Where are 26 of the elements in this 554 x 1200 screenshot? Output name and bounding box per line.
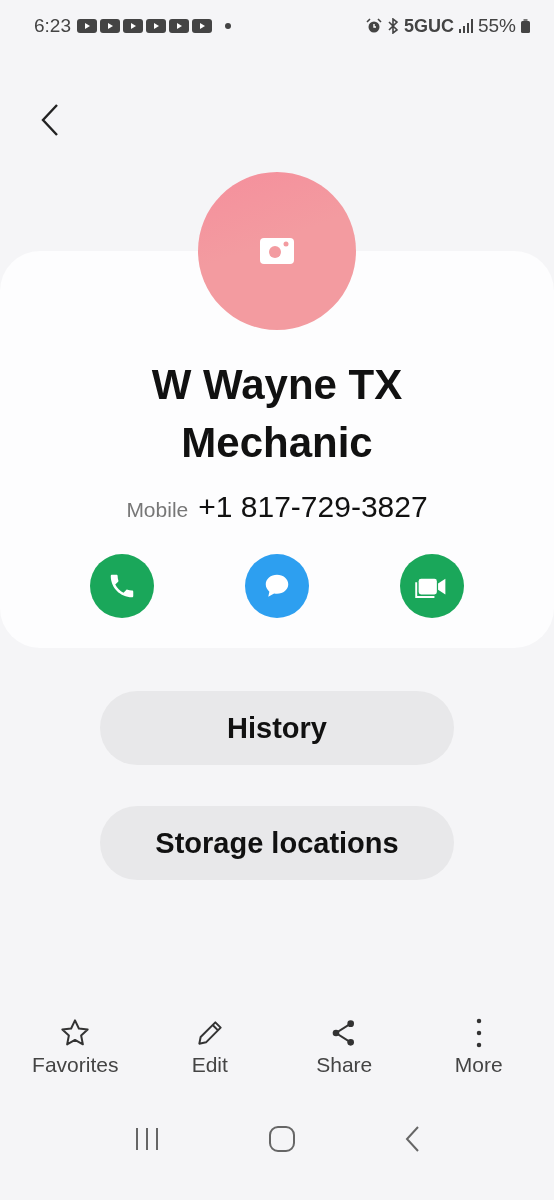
play-icon xyxy=(77,19,97,33)
play-icon xyxy=(123,19,143,33)
play-icon xyxy=(146,19,166,33)
home-icon[interactable] xyxy=(268,1125,296,1153)
status-time: 6:23 xyxy=(34,15,71,37)
contact-name: W Wayne TX Mechanic xyxy=(150,360,404,468)
bluetooth-icon xyxy=(386,18,399,34)
phone-number[interactable]: +1 817-729-3827 xyxy=(198,490,428,524)
phone-label: Mobile xyxy=(126,498,189,522)
battery-icon xyxy=(521,19,530,33)
toolbar-button[interactable]: Edit xyxy=(144,1013,275,1098)
toolbar-button[interactable]: More xyxy=(413,1013,544,1098)
battery-percent: 55% xyxy=(477,15,516,37)
signal-icon xyxy=(458,19,473,33)
play-icon xyxy=(100,19,120,33)
pill-button[interactable]: History xyxy=(100,691,454,765)
play-icon xyxy=(192,19,212,33)
more-icon xyxy=(475,1017,482,1049)
play-icon xyxy=(169,19,189,33)
pill-button[interactable]: Storage locations xyxy=(100,806,454,880)
alarm-icon xyxy=(365,18,382,34)
toolbar-button[interactable]: Share xyxy=(279,1013,410,1098)
network-label: 5GUC xyxy=(403,15,454,37)
toolbar-button[interactable]: Favorites xyxy=(10,1013,141,1098)
camera-icon xyxy=(260,238,294,264)
dot-icon xyxy=(225,23,231,29)
